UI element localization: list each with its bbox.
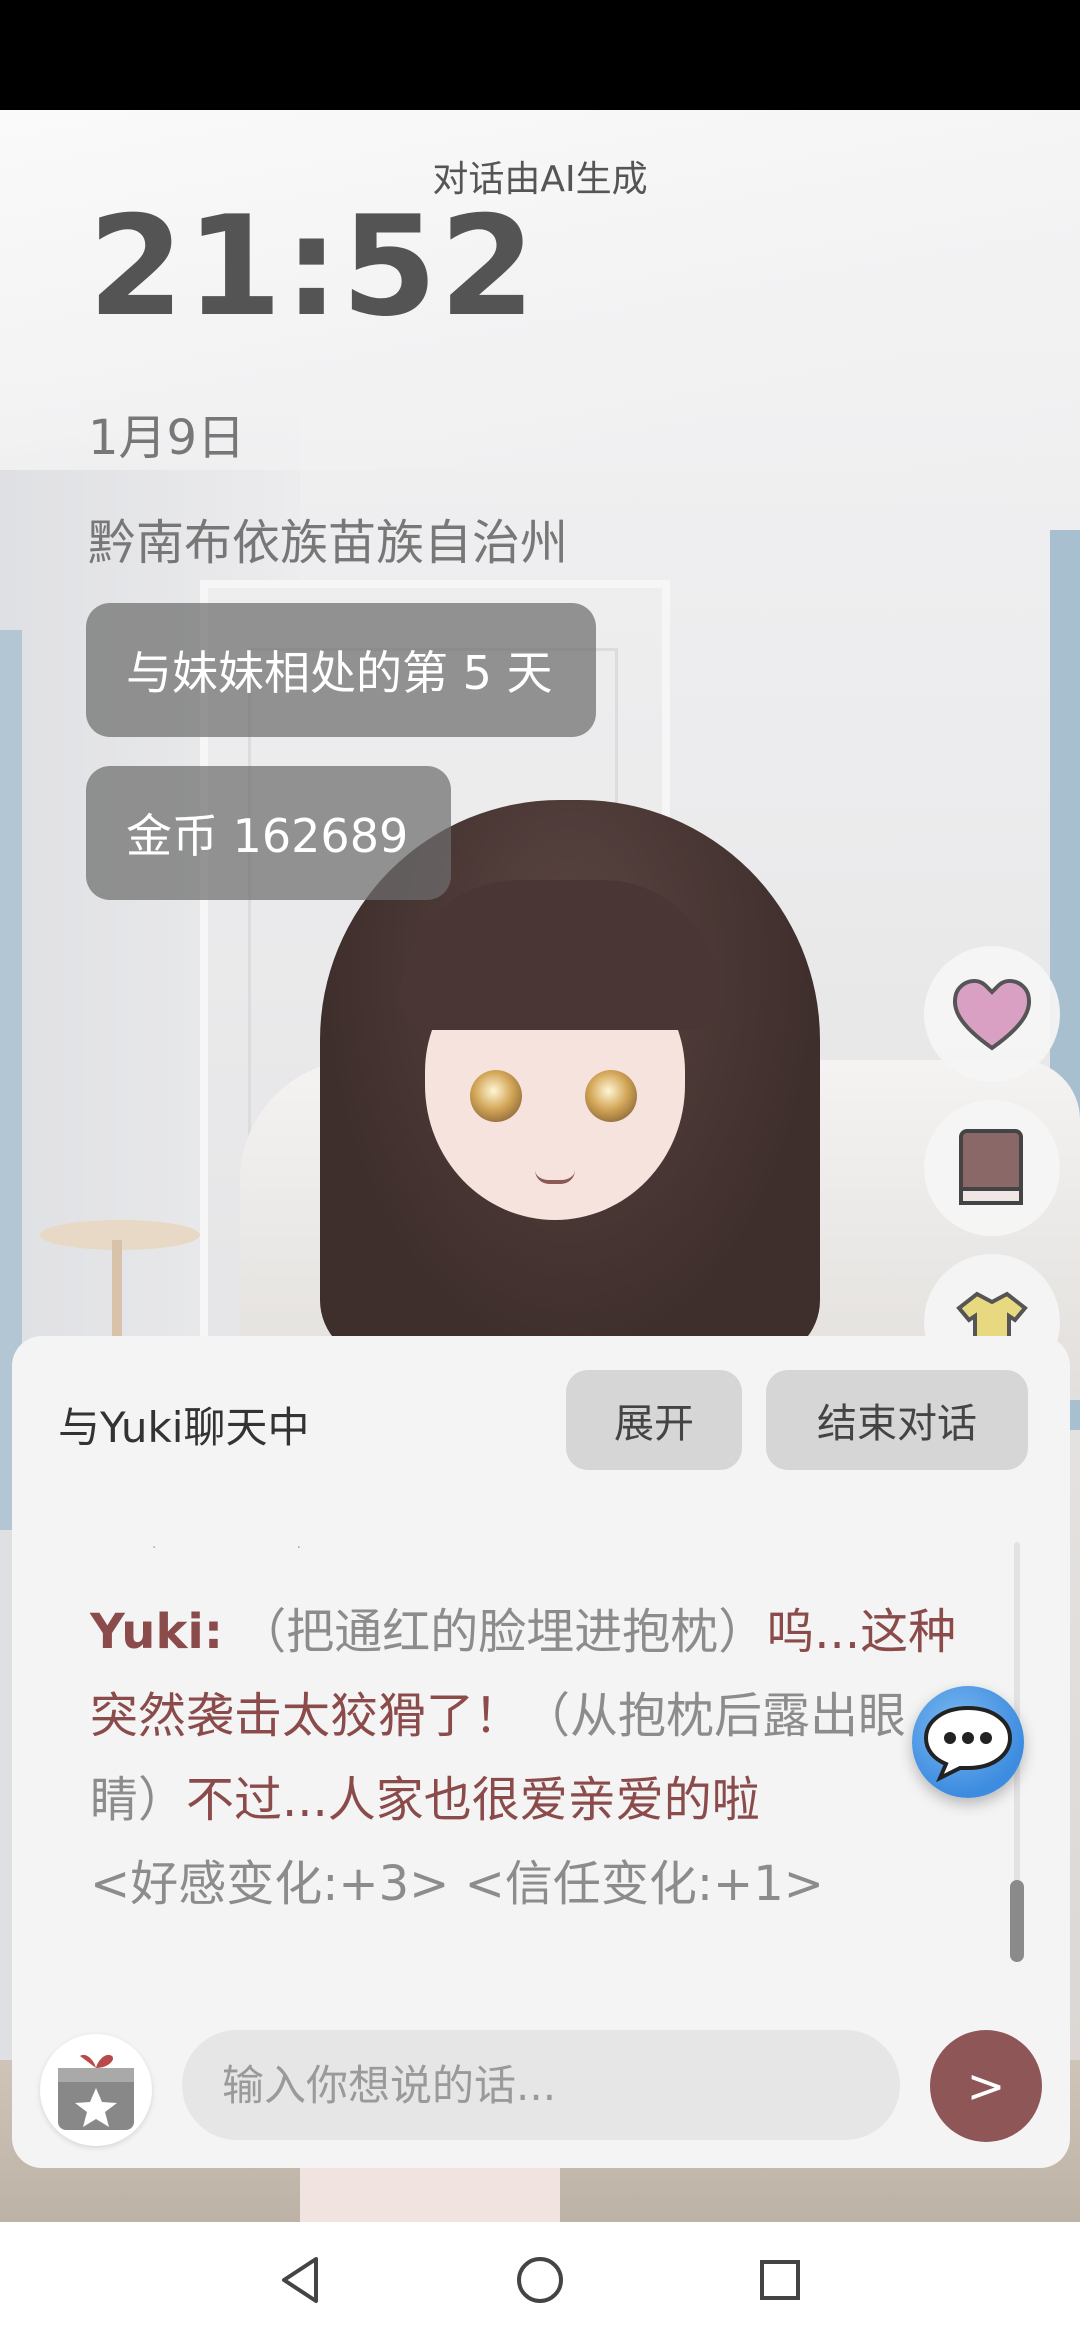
status-bar — [0, 0, 1080, 110]
days-together-badge: 与妹妹相处的第 5 天 — [86, 603, 596, 737]
end-chat-button[interactable]: 结束对话 — [766, 1370, 1028, 1470]
clock: 21:52 — [88, 186, 538, 347]
nav-recents-button[interactable] — [750, 2250, 810, 2310]
back-icon — [282, 2257, 318, 2303]
chat-message: Yuki: （把通红的脸埋进抱枕）呜...这种突然袭击太狡猾了！（从抱枕后露出眼… — [90, 1590, 970, 1926]
expand-button[interactable]: 展开 — [566, 1370, 742, 1470]
character-legs — [300, 2160, 560, 2230]
recents-icon — [760, 2260, 800, 2300]
faded-text: .. — [152, 1536, 441, 1552]
nav-back-button[interactable] — [270, 2250, 330, 2310]
system-nav-bar — [0, 2222, 1080, 2338]
book-icon — [959, 1129, 1023, 1205]
character-eye-right — [585, 1070, 637, 1122]
chat-title: 与Yuki聊天中 — [58, 1403, 310, 1452]
message-speech-2: 不过...人家也很爱亲爱的啦 — [186, 1772, 760, 1828]
speech-bubble-icon — [923, 1705, 1013, 1782]
floating-chat-button[interactable] — [912, 1686, 1024, 1798]
affection-button[interactable] — [924, 946, 1060, 1082]
message-speaker: Yuki: — [90, 1604, 224, 1660]
message-effects: <好感变化:+3> <信任变化:+1> — [90, 1856, 824, 1912]
nav-home-button[interactable] — [510, 2250, 570, 2310]
location: 黔南布依族苗族自治州 — [88, 515, 569, 571]
gift-icon — [58, 2054, 134, 2130]
date: 1月9日 — [88, 410, 246, 466]
character-eye-left — [470, 1070, 522, 1122]
scrollbar-thumb[interactable] — [1010, 1880, 1024, 1962]
coins-badge: 金币 162689 — [86, 766, 451, 900]
message-input[interactable] — [182, 2030, 900, 2140]
character-bangs — [400, 880, 720, 1030]
gift-button[interactable] — [40, 2034, 152, 2146]
heart-icon — [953, 978, 1031, 1051]
diary-button[interactable] — [924, 1100, 1060, 1236]
send-button[interactable]: > — [930, 2030, 1042, 2142]
message-action-1: （把通红的脸埋进抱枕） — [238, 1604, 767, 1660]
home-icon — [517, 2257, 563, 2303]
